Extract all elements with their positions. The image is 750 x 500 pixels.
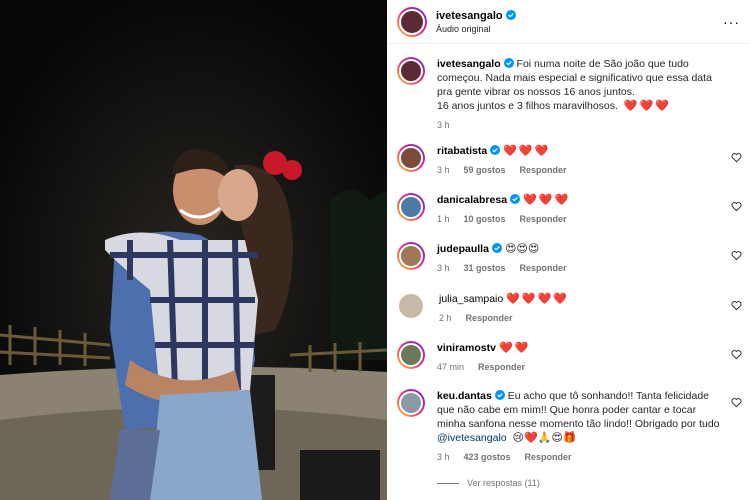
comment-item: julia_sampaio ❤️❤️❤️❤️ 2 h Responder	[397, 292, 742, 323]
comment-text: ❤️❤️❤️❤️	[506, 293, 570, 305]
reply-button[interactable]: Responder	[525, 452, 572, 462]
post-header: ivetesangalo Áudio original ···	[387, 0, 750, 44]
comment-item: keu.dantas Eu acho que tô sonhando!! Tan…	[397, 389, 742, 462]
commenter-username[interactable]: keu.dantas	[437, 390, 492, 402]
commenter-username[interactable]: danicalabresa	[437, 194, 507, 206]
verified-icon	[490, 145, 501, 155]
comment-emojis: 😢❤️🙏😍🎁	[512, 432, 577, 444]
comment-time[interactable]: 3 h	[437, 452, 450, 462]
commenter-avatar[interactable]	[397, 242, 425, 270]
commenter-avatar[interactable]	[397, 144, 425, 172]
comment-likes[interactable]: 423 gostos	[464, 452, 511, 462]
like-heart-icon[interactable]	[731, 397, 742, 408]
comment-item: judepaulla 😍😍😍 3 h 31 gostos Responder	[397, 242, 742, 273]
caption-hearts: ❤️❤️❤️	[623, 100, 671, 112]
view-replies-button[interactable]: Ver respostas (11)	[437, 478, 540, 488]
reply-button[interactable]: Responder	[520, 165, 567, 175]
commenter-avatar[interactable]	[397, 341, 425, 369]
post-caption: ivetesangalo Foi numa noite de São joão …	[397, 57, 742, 130]
comment-time[interactable]: 3 h	[437, 263, 450, 273]
comment-time[interactable]: 1 h	[437, 214, 450, 224]
commenter-username[interactable]: ritabatista	[437, 145, 487, 157]
instagram-post: ivetesangalo Áudio original ··· ivetesan…	[0, 0, 750, 500]
like-heart-icon[interactable]	[731, 349, 742, 360]
video-frame-illustration	[0, 0, 387, 500]
verified-icon	[494, 390, 505, 400]
commenter-username[interactable]: viniramostv	[437, 342, 496, 354]
comment-text: ❤️❤️❤️	[523, 194, 571, 206]
comment-time[interactable]: 47 min	[437, 362, 464, 372]
comment-text: 😍😍😍	[504, 243, 540, 255]
view-replies-label: Ver respostas (11)	[467, 478, 540, 488]
commenter-avatar[interactable]	[399, 294, 423, 318]
comment-item: viniramostv ❤️❤️ 47 min Responder	[397, 341, 742, 372]
comment-time[interactable]: 2 h	[439, 313, 452, 323]
post-side-panel: ivetesangalo Áudio original ··· ivetesan…	[387, 0, 750, 500]
author-avatar[interactable]	[397, 6, 427, 37]
caption-time[interactable]: 3 h	[437, 120, 450, 130]
comment-likes[interactable]: 59 gostos	[464, 165, 506, 175]
verified-icon	[505, 9, 516, 20]
reply-button[interactable]: Responder	[478, 362, 525, 372]
commenter-username[interactable]: judepaulla	[437, 243, 489, 255]
author-username[interactable]: ivetesangalo	[436, 10, 503, 22]
reply-button[interactable]: Responder	[520, 263, 567, 273]
reply-button[interactable]: Responder	[466, 313, 513, 323]
comment-text: ❤️❤️❤️	[503, 145, 551, 157]
reply-button[interactable]: Responder	[520, 214, 567, 224]
comments-list: ivetesangalo Foi numa noite de São joão …	[387, 45, 750, 500]
comment-likes[interactable]: 31 gostos	[464, 263, 506, 273]
like-heart-icon[interactable]	[731, 201, 742, 212]
audio-link[interactable]: Áudio original	[436, 24, 516, 34]
post-video[interactable]	[0, 0, 387, 500]
comment-likes[interactable]: 10 gostos	[464, 214, 506, 224]
replies-divider	[437, 482, 459, 484]
comment-mention[interactable]: @ivetesangalo	[437, 432, 507, 444]
commenter-username[interactable]: julia_sampaio	[439, 293, 503, 305]
commenter-avatar[interactable]	[397, 389, 425, 417]
commenter-avatar[interactable]	[397, 193, 425, 221]
caption-username[interactable]: ivetesangalo	[437, 58, 501, 70]
comment-time[interactable]: 3 h	[437, 165, 450, 175]
more-options-icon[interactable]: ···	[723, 14, 740, 30]
like-heart-icon[interactable]	[731, 300, 742, 311]
comment-text: ❤️❤️	[498, 342, 531, 354]
like-heart-icon[interactable]	[731, 250, 742, 261]
comment-item: danicalabresa ❤️❤️❤️ 1 h 10 gostos Responde…	[397, 193, 742, 224]
like-heart-icon[interactable]	[731, 152, 742, 163]
comment-item: ritabatista ❤️❤️❤️ 3 h 59 gostos Responder	[397, 144, 742, 175]
verified-icon	[510, 194, 521, 204]
caption-text-2: 16 anos juntos e 3 filhos maravilhosos.	[437, 100, 618, 112]
caption-avatar[interactable]	[397, 57, 425, 85]
verified-icon	[503, 58, 514, 68]
verified-icon	[491, 243, 502, 253]
